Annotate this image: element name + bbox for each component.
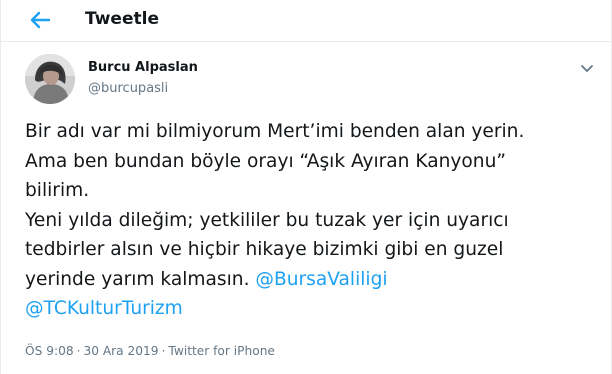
- tweet-meta: ÖS 9:08 · 30 Ara 2019 · Twitter for iPhone: [25, 344, 275, 358]
- tweet-text-line: Yeni yılda dileğim; yetkililer bu tuzak …: [25, 209, 509, 231]
- tweet-text-line: yerinde yarım kalmasın.: [25, 268, 250, 290]
- top-header: Tweetle: [1, 0, 611, 42]
- tweet-source-link[interactable]: Twitter for iPhone: [168, 344, 275, 358]
- chevron-down-icon[interactable]: [579, 63, 595, 75]
- author-handle[interactable]: @burcupasli: [88, 81, 168, 96]
- meta-separator: ·: [76, 344, 81, 358]
- avatar[interactable]: [25, 54, 75, 104]
- tweet-text-line: Bir adı var mi bilmiyorum Mert’imi bende…: [25, 121, 525, 142]
- mention-link-tckulturturizm[interactable]: @TCKulturTurizm: [25, 298, 183, 319]
- tweet-date[interactable]: 30 Ara 2019: [83, 344, 158, 358]
- tweet-text: Bir adı var mi bilmiyorum Mert’imi bende…: [25, 117, 600, 324]
- author-name[interactable]: Burcu Alpaslan: [88, 60, 198, 75]
- tweet-text-line-mention: @TCKulturTurizm: [25, 294, 600, 324]
- back-arrow-icon[interactable]: [27, 8, 53, 32]
- mention-link-bursavaliligi[interactable]: @BursaValiligi: [255, 269, 387, 290]
- avatar-photo: [25, 54, 75, 104]
- tweet-text-line: bilirim.: [25, 180, 90, 201]
- tweet-detail-page: Tweetle Burcu Alpaslan @burcupasli Bir a…: [0, 0, 612, 374]
- tweet-text-line-with-mention: yerinde yarım kalmasın. @BursaValiligi: [25, 265, 600, 295]
- tweet-text-line: tedbirler alsın ve hiçbir hikaye bizimki…: [25, 239, 504, 260]
- tweet-time[interactable]: ÖS 9:08: [25, 344, 74, 358]
- tweet-text-line: Ama ben bundan böyle orayı “Aşık Ayıran …: [25, 150, 507, 172]
- meta-separator: ·: [161, 344, 166, 358]
- page-title: Tweetle: [85, 9, 159, 29]
